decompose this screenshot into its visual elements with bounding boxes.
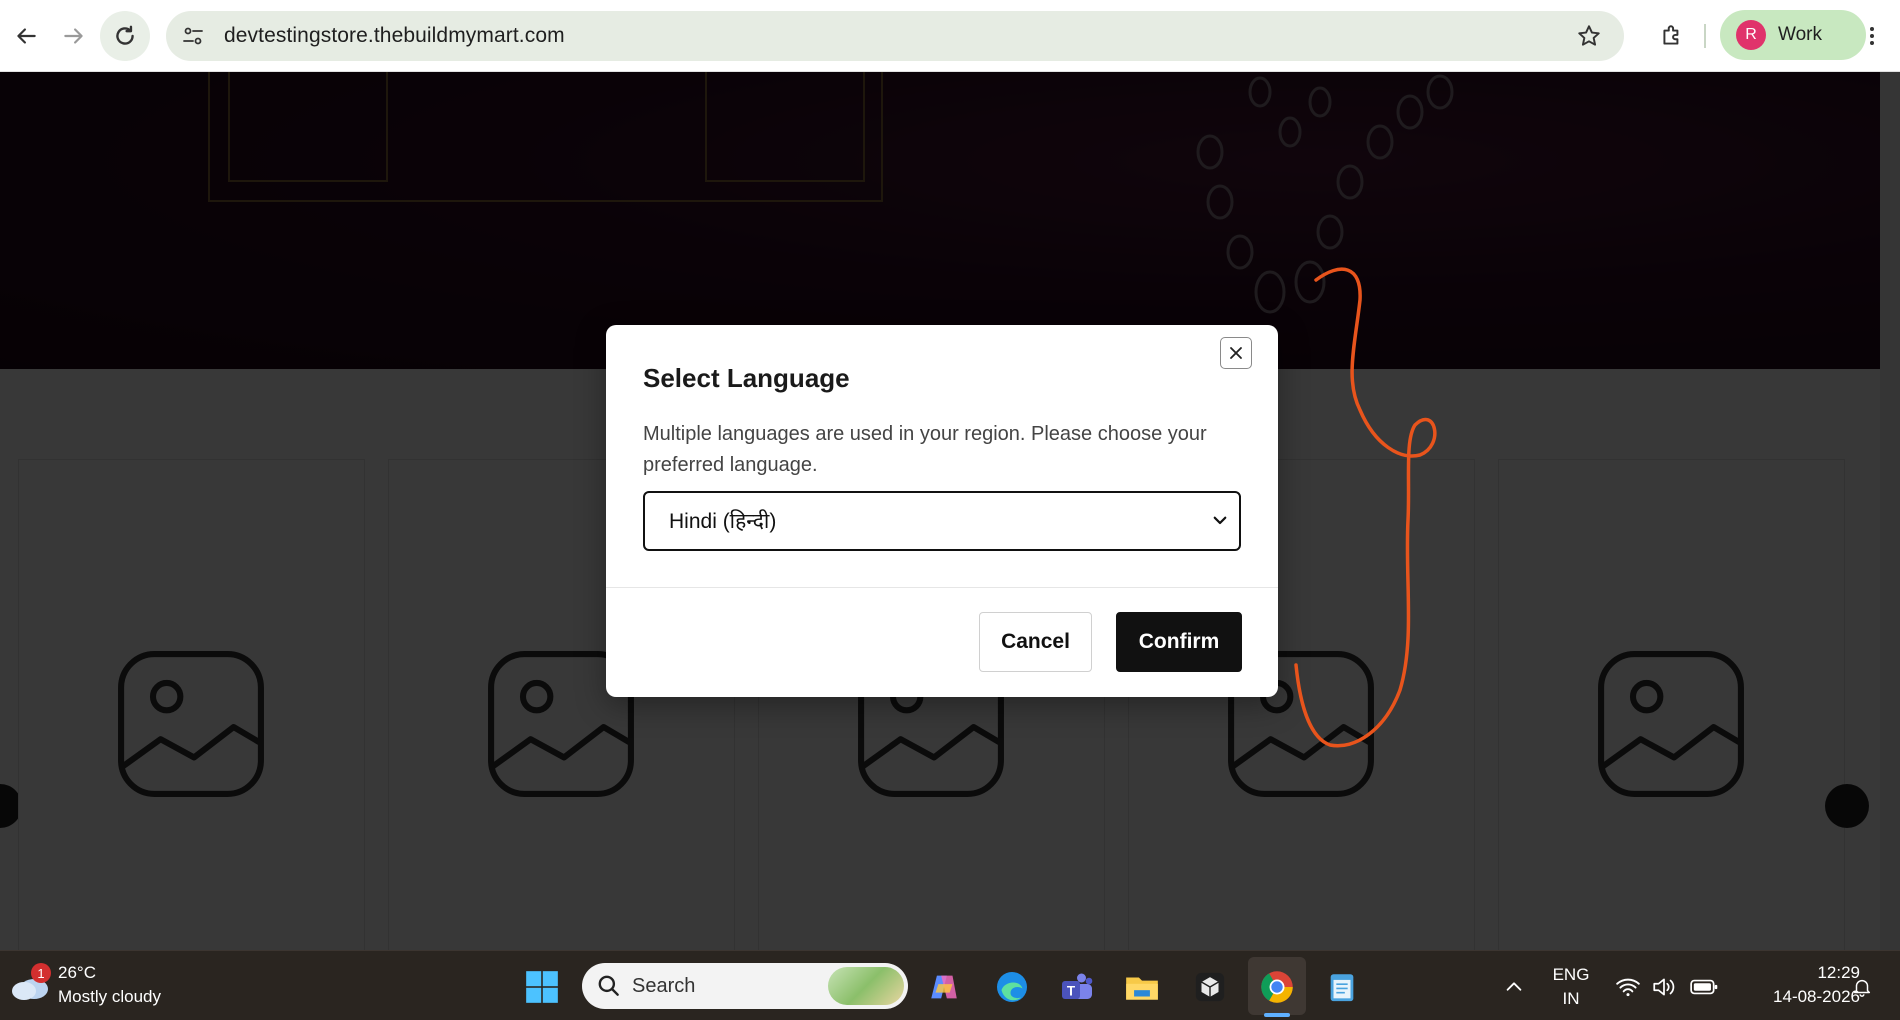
- search-highlight-image: [828, 967, 904, 1005]
- chevron-up-icon: [1506, 982, 1522, 991]
- windows-start-button[interactable]: [520, 965, 564, 1009]
- address-bar[interactable]: devtestingstore.thebuildmymart.com: [166, 11, 1624, 61]
- weather-widget[interactable]: 1 26°C Mostly cloudy: [10, 961, 190, 1011]
- chrome-button[interactable]: [1255, 965, 1299, 1009]
- profile-label: Work: [1778, 24, 1822, 45]
- puzzle-icon: [1663, 25, 1679, 45]
- back-button[interactable]: [2, 12, 50, 60]
- url-text[interactable]: devtestingstore.thebuildmymart.com: [224, 24, 565, 48]
- selected-language: Hindi (हिन्दी): [669, 510, 777, 533]
- file-explorer-button[interactable]: [1120, 965, 1164, 1009]
- dialog-footer-divider: [606, 587, 1278, 588]
- select-language-dialog: Select Language Multiple languages are u…: [606, 325, 1278, 697]
- taskbar-search[interactable]: Search: [582, 963, 908, 1009]
- active-app-indicator: [1264, 1013, 1290, 1017]
- file-explorer-icon: [1126, 977, 1158, 1000]
- copilot-icon: [931, 975, 957, 999]
- chevron-down-icon: [1213, 516, 1227, 525]
- arrow-left-icon: [17, 27, 36, 44]
- svg-text:T: T: [1067, 983, 1076, 998]
- forward-button[interactable]: [50, 12, 98, 60]
- arrow-right-icon: [64, 27, 83, 44]
- teams-button[interactable]: T: [1055, 965, 1099, 1009]
- volume-button[interactable]: [1642, 965, 1686, 1009]
- edge-button[interactable]: [990, 965, 1034, 1009]
- battery-button[interactable]: [1682, 965, 1726, 1009]
- weather-badge: 1: [31, 963, 51, 983]
- notification-bell-icon: [1853, 979, 1871, 997]
- input-language-bottom[interactable]: IN: [1548, 989, 1594, 1009]
- profile-button[interactable]: R Work: [1720, 10, 1866, 60]
- windows-start-icon: [526, 971, 558, 1003]
- toolbar-separator: [1704, 24, 1706, 48]
- search-icon: [598, 975, 619, 996]
- avatar: R: [1736, 20, 1766, 50]
- search-label: Search: [632, 974, 696, 997]
- cancel-button[interactable]: Cancel: [979, 612, 1092, 672]
- confirm-button[interactable]: Confirm: [1116, 612, 1242, 672]
- star-icon: [1578, 25, 1600, 46]
- site-info-button[interactable]: [172, 15, 214, 57]
- chrome-icon: [1261, 971, 1293, 1003]
- close-icon: [1230, 347, 1242, 359]
- app-cube-icon: [1195, 972, 1225, 1002]
- notepad-button[interactable]: [1320, 965, 1364, 1009]
- language-select[interactable]: Hindi (हिन्दी): [643, 491, 1241, 551]
- volume-icon: [1653, 978, 1675, 996]
- teams-icon: T: [1062, 973, 1093, 999]
- dialog-description: Multiple languages are used in your regi…: [643, 423, 1207, 476]
- browser-menu-button[interactable]: [1848, 12, 1896, 60]
- weather-description: Mostly cloudy: [58, 987, 161, 1006]
- battery-icon: [1690, 979, 1718, 995]
- copilot-button[interactable]: [922, 965, 966, 1009]
- more-vert-icon: [1870, 27, 1874, 45]
- dialog-title: Select Language: [643, 363, 850, 393]
- close-button[interactable]: [1220, 337, 1252, 369]
- bookmark-button[interactable]: [1572, 19, 1606, 53]
- show-hidden-icons-button[interactable]: [1492, 965, 1536, 1009]
- tune-icon: [183, 27, 203, 45]
- cube-app-button[interactable]: [1188, 965, 1232, 1009]
- reload-icon: [116, 25, 134, 45]
- weather-temperature: 26°C: [58, 963, 96, 982]
- notifications-button[interactable]: [1840, 965, 1884, 1009]
- input-language-top[interactable]: ENG: [1548, 965, 1594, 985]
- extensions-button[interactable]: [1648, 12, 1696, 60]
- windows-taskbar: 1 26°C Mostly cloudy Search T ENG IN 12:…: [0, 950, 1900, 1020]
- wifi-icon: [1616, 978, 1640, 997]
- browser-toolbar: devtestingstore.thebuildmymart.com R Wor…: [0, 0, 1900, 72]
- edge-icon: [997, 972, 1027, 1002]
- reload-button[interactable]: [100, 10, 150, 61]
- notepad-icon: [1330, 974, 1354, 1002]
